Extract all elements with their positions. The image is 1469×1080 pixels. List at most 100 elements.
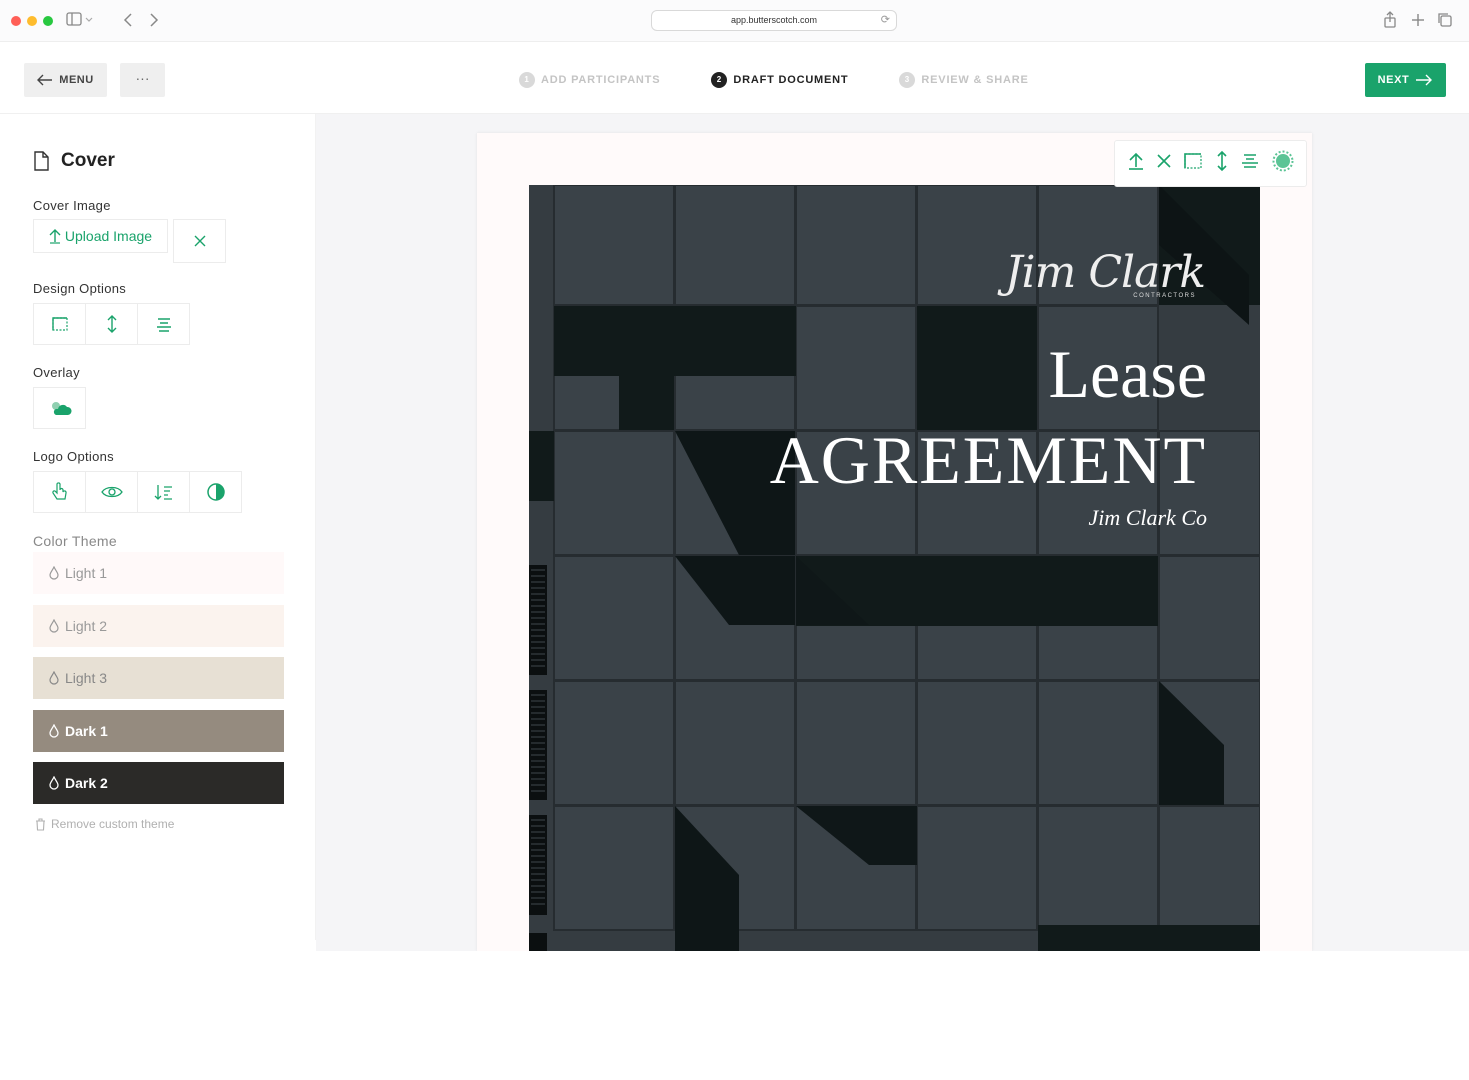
contrast-icon xyxy=(206,483,225,501)
step-review-share[interactable]: 3 REVIEW & SHARE xyxy=(899,72,1028,88)
document-title-line-1[interactable]: Lease xyxy=(1048,335,1207,414)
panel-title-text: Cover xyxy=(61,150,115,171)
cover-image[interactable]: Jim Clark CONTRACTORS Lease AGREEMENT Ji… xyxy=(529,185,1260,951)
step-number: 2 xyxy=(711,72,728,88)
building-facade-image xyxy=(529,185,1260,951)
url-text: app.butterscotch.com xyxy=(730,15,818,25)
design-options-label: Design Options xyxy=(33,281,127,296)
upload-icon xyxy=(49,229,61,244)
sort-list-icon xyxy=(154,485,172,500)
window-controls xyxy=(11,16,53,26)
document-icon xyxy=(34,151,49,171)
tabs-overview-icon[interactable] xyxy=(1437,10,1453,30)
step-add-participants[interactable]: 1 ADD PARTICIPANTS xyxy=(519,72,660,88)
overlay-label: Overlay xyxy=(33,365,80,380)
frame-icon[interactable] xyxy=(1183,152,1203,175)
app-header: MENU ··· 1 ADD PARTICIPANTS 2 DRAFT DOCU… xyxy=(0,43,1469,114)
theme-label: Light 2 xyxy=(65,618,108,634)
vertical-arrows-icon[interactable] xyxy=(1216,150,1228,177)
alignment-option-button[interactable] xyxy=(137,303,190,345)
reload-icon[interactable]: ⟳ xyxy=(881,11,890,30)
remove-theme-label: Remove custom theme xyxy=(51,817,175,831)
upload-image-button[interactable]: Upload Image xyxy=(33,219,168,253)
remove-custom-theme-link[interactable]: Remove custom theme xyxy=(35,817,174,831)
progress-steps: 1 ADD PARTICIPANTS 2 DRAFT DOCUMENT 3 RE… xyxy=(519,72,1029,88)
close-icon[interactable] xyxy=(1157,154,1171,173)
logo-options-label: Logo Options xyxy=(33,449,114,464)
theme-option-light-1[interactable]: Light 1 xyxy=(33,552,284,594)
company-logo-subtitle: CONTRACTORS xyxy=(1133,293,1196,299)
eye-icon xyxy=(100,486,123,498)
drop-icon xyxy=(49,724,59,738)
more-options-button[interactable]: ··· xyxy=(120,63,165,97)
cover-settings-panel: Cover Cover Image Upload Image Design Op… xyxy=(0,114,316,940)
blank-window-area xyxy=(0,951,1469,1080)
theme-option-dark-2[interactable]: Dark 2 xyxy=(33,762,284,804)
step-label: ADD PARTICIPANTS xyxy=(541,74,661,86)
company-logo[interactable]: Jim Clark xyxy=(1005,247,1206,298)
align-center-icon xyxy=(156,318,171,332)
theme-label: Light 3 xyxy=(65,670,108,686)
share-icon[interactable] xyxy=(1383,10,1397,30)
drop-icon xyxy=(49,566,59,580)
document-canvas: Jim Clark CONTRACTORS Lease AGREEMENT Ji… xyxy=(316,114,1469,951)
design-options-group xyxy=(33,303,190,345)
cover-toolbar xyxy=(1114,140,1307,187)
forward-icon[interactable] xyxy=(148,10,160,30)
zoom-window-button[interactable] xyxy=(43,16,53,26)
height-option-button[interactable] xyxy=(85,303,138,345)
frame-option-button[interactable] xyxy=(33,303,86,345)
step-label: DRAFT DOCUMENT xyxy=(733,74,849,86)
theme-label: Dark 1 xyxy=(65,723,108,739)
menu-button[interactable]: MENU xyxy=(24,63,107,97)
frame-icon xyxy=(51,317,68,331)
logo-visibility-button[interactable] xyxy=(85,471,138,513)
address-bar[interactable]: app.butterscotch.com ⟳ xyxy=(651,10,897,31)
browser-chrome: app.butterscotch.com ⟳ xyxy=(0,0,1469,42)
logo-contrast-button[interactable] xyxy=(189,471,242,513)
new-tab-icon[interactable] xyxy=(1411,10,1425,30)
overlay-button[interactable] xyxy=(33,387,86,429)
drop-icon xyxy=(49,619,59,633)
theme-option-light-3[interactable]: Light 3 xyxy=(33,657,284,699)
cover-image-label: Cover Image xyxy=(33,198,111,213)
minimize-window-button[interactable] xyxy=(27,16,37,26)
pointer-icon xyxy=(51,482,67,500)
align-center-icon[interactable] xyxy=(1240,152,1260,175)
back-icon[interactable] xyxy=(122,10,134,30)
upload-icon[interactable] xyxy=(1127,151,1145,176)
drop-icon xyxy=(49,671,59,685)
panel-title: Cover xyxy=(33,150,115,172)
step-label: REVIEW & SHARE xyxy=(921,74,1029,86)
logo-options-group xyxy=(33,471,242,513)
overlay-icon[interactable] xyxy=(1272,150,1294,177)
drop-icon xyxy=(49,776,59,790)
document-title-line-2[interactable]: AGREEMENT xyxy=(770,421,1207,500)
sidebar-toggle-icon[interactable] xyxy=(66,10,94,30)
theme-option-dark-1[interactable]: Dark 1 xyxy=(33,710,284,752)
step-number: 1 xyxy=(519,72,535,88)
vertical-arrows-icon xyxy=(107,315,116,333)
next-button[interactable]: NEXT xyxy=(1365,63,1446,97)
theme-label: Light 1 xyxy=(65,565,108,581)
theme-option-light-2[interactable]: Light 2 xyxy=(33,605,284,647)
step-number: 3 xyxy=(899,72,916,88)
overlay-group xyxy=(33,387,86,429)
logo-order-button[interactable] xyxy=(137,471,190,513)
arrow-left-icon xyxy=(37,74,53,86)
upload-label: Upload Image xyxy=(64,228,153,244)
logo-size-button[interactable] xyxy=(33,471,86,513)
weather-overlay-icon xyxy=(51,402,72,415)
close-window-button[interactable] xyxy=(11,16,21,26)
step-draft-document[interactable]: 2 DRAFT DOCUMENT xyxy=(711,72,848,88)
document-subtitle[interactable]: Jim Clark Co xyxy=(1088,505,1207,531)
document-page: Jim Clark CONTRACTORS Lease AGREEMENT Ji… xyxy=(477,133,1312,951)
remove-image-button[interactable] xyxy=(173,219,226,263)
color-theme-label: Color Theme xyxy=(33,533,117,549)
next-label: NEXT xyxy=(1377,74,1410,86)
close-icon xyxy=(194,235,205,247)
theme-label: Dark 2 xyxy=(65,775,108,791)
menu-label: MENU xyxy=(59,74,94,86)
trash-icon xyxy=(36,817,45,831)
arrow-right-icon xyxy=(1416,74,1433,86)
